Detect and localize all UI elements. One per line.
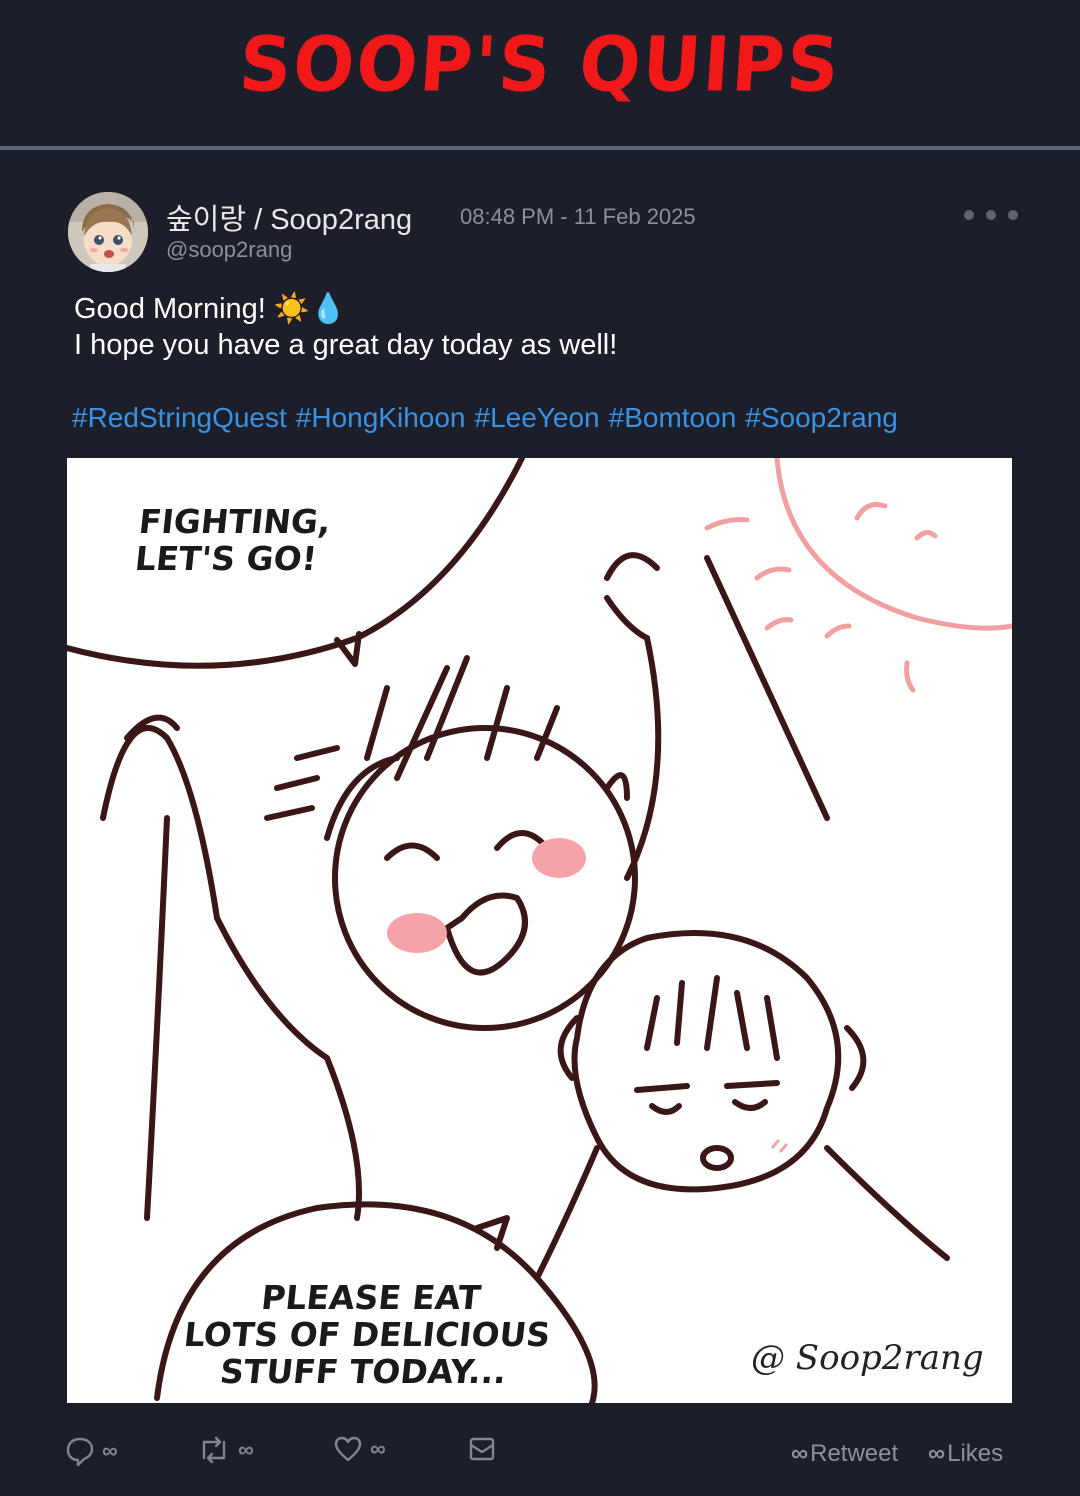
like-count: ∞ [370, 1436, 386, 1461]
like-button[interactable]: ∞ [334, 1436, 386, 1462]
more-dot [964, 210, 974, 220]
display-name[interactable]: 숲이랑 / Soop2rang [166, 196, 412, 238]
line-art [67, 458, 950, 1403]
action-bar: ∞ ∞ ∞ ∞ Retweet ∞ Likes [0, 1430, 1080, 1480]
title-divider [0, 146, 1080, 150]
hashtag-link[interactable]: #HongKihoon [296, 402, 466, 433]
likes-stat[interactable]: ∞ Likes [928, 1440, 1003, 1468]
likes-stat-label: Likes [947, 1440, 1004, 1467]
page-title: SOOP'S QUIPS [236, 19, 844, 109]
user-handle[interactable]: @soop2rang [166, 237, 292, 263]
retweet-button[interactable]: ∞ [198, 1436, 254, 1464]
reply-icon [66, 1437, 94, 1466]
speech-bubble-top: FIGHTING, LET'S GO! [133, 502, 333, 578]
retweet-stat-label: Retweet [810, 1440, 899, 1467]
likes-stat-count: ∞ [928, 1440, 945, 1467]
timestamp[interactable]: 08:48 PM - 11 Feb 2025 [460, 204, 696, 230]
more-dot [1008, 210, 1018, 220]
more-icon[interactable] [964, 200, 1018, 230]
retweet-icon [202, 1436, 226, 1464]
heart-icon [334, 1436, 362, 1462]
reply-count: ∞ [102, 1438, 118, 1463]
reply-button[interactable]: ∞ [66, 1436, 118, 1466]
retweet-count: ∞ [238, 1437, 254, 1462]
envelope-icon [469, 1437, 495, 1461]
tweet-text-line-1: Good Morning! ☀️💧 [74, 293, 347, 325]
hashtag-link[interactable]: #LeeYeon [475, 402, 600, 433]
more-dot [986, 210, 996, 220]
retweet-stat-count: ∞ [791, 1440, 808, 1467]
message-button[interactable] [469, 1436, 495, 1462]
tweet-text-line-2: I hope you have a great day today as wel… [74, 329, 618, 361]
hashtag-link[interactable]: #RedStringQuest [72, 402, 287, 433]
speech-bubble-bottom: PLEASE EAT LOTS OF DELICIOUS STUFF TODAY… [181, 1278, 553, 1391]
hashtag-list: #RedStringQuest #HongKihoon #LeeYeon #Bomto… [72, 402, 907, 434]
retweet-stat[interactable]: ∞ Retweet [791, 1440, 898, 1468]
hashtag-link[interactable]: #Bomtoon [609, 402, 737, 433]
comic-image[interactable]: FIGHTING, LET'S GO! PLEASE EAT LOTS OF D… [67, 458, 1012, 1403]
hashtag-link[interactable]: #Soop2rang [745, 402, 898, 433]
watermark: @ Soop2rang [751, 1338, 984, 1378]
avatar[interactable] [68, 192, 148, 272]
